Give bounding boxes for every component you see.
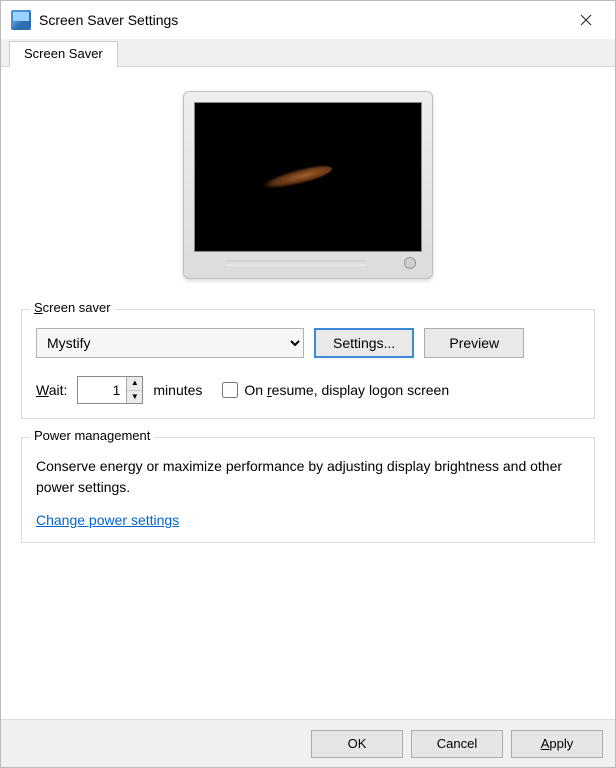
close-button[interactable] <box>563 5 609 35</box>
wait-input[interactable] <box>78 377 126 403</box>
wait-units: minutes <box>153 382 202 398</box>
cancel-button[interactable]: Cancel <box>411 730 503 758</box>
titlebar: Screen Saver Settings <box>1 1 615 39</box>
wait-spinbox[interactable]: ▲ ▼ <box>77 376 143 404</box>
preview-button[interactable]: Preview <box>424 328 524 358</box>
monitor-base <box>194 252 422 274</box>
window-title: Screen Saver Settings <box>39 12 563 28</box>
monitor-power-icon <box>404 257 416 269</box>
apply-button[interactable]: Apply <box>511 730 603 758</box>
wait-spin-down[interactable]: ▼ <box>127 391 142 404</box>
mystify-ribbon-graphic <box>262 161 333 192</box>
ok-button[interactable]: OK <box>311 730 403 758</box>
tab-screen-saver[interactable]: Screen Saver <box>9 41 118 67</box>
change-power-settings-link[interactable]: Change power settings <box>36 512 179 528</box>
tab-content: Screen saver Mystify Settings... Preview… <box>1 67 615 719</box>
screensaver-app-icon <box>11 10 31 30</box>
tabstrip: Screen Saver <box>1 39 615 67</box>
dialog-footer: OK Cancel Apply <box>1 719 615 767</box>
power-description: Conserve energy or maximize performance … <box>36 456 580 498</box>
power-group-label: Power management <box>30 428 154 443</box>
resume-logon-label: On resume, display logon screen <box>244 382 449 398</box>
screen-saver-settings-window: Screen Saver Settings Screen Saver <box>0 0 616 768</box>
monitor-frame <box>183 91 433 279</box>
resume-logon-checkbox[interactable] <box>222 382 238 398</box>
wait-label: Wait: <box>36 382 67 398</box>
power-management-group: Power management Conserve energy or maxi… <box>21 437 595 543</box>
screensaver-group: Screen saver Mystify Settings... Preview… <box>21 309 595 419</box>
close-icon <box>580 14 592 26</box>
preview-area <box>21 91 595 279</box>
settings-button[interactable]: Settings... <box>314 328 414 358</box>
monitor-screen <box>194 102 422 252</box>
screensaver-select[interactable]: Mystify <box>36 328 304 358</box>
screensaver-group-label: Screen saver <box>30 300 115 315</box>
wait-spin-up[interactable]: ▲ <box>127 377 142 391</box>
monitor-indent <box>224 260 368 266</box>
